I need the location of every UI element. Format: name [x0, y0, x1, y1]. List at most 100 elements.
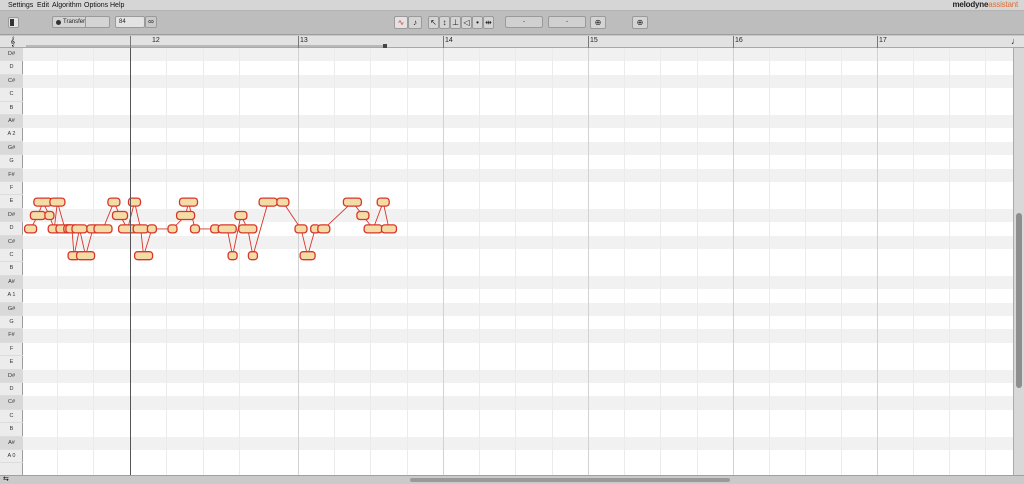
bar-label: 12	[152, 37, 160, 44]
key-label: D#	[0, 208, 23, 223]
menu-algorithm[interactable]: Algorithm	[52, 1, 82, 10]
link-button[interactable]: ∞	[145, 16, 157, 28]
note-blob[interactable]	[49, 197, 66, 207]
note-blob[interactable]	[380, 224, 398, 234]
vertical-scrollbar[interactable]	[1013, 48, 1024, 475]
pitch-tool-button[interactable]: ∿	[394, 16, 408, 29]
note-blob[interactable]	[227, 251, 238, 261]
note-blob[interactable]	[299, 251, 316, 261]
bar-label: 14	[445, 37, 453, 44]
note-blob[interactable]	[93, 224, 113, 234]
note-blob[interactable]	[189, 224, 201, 234]
bar-label: 15	[590, 37, 598, 44]
note-blob[interactable]	[133, 251, 154, 261]
key-label: D	[0, 61, 23, 75]
transfer-label: Transfer	[63, 19, 86, 25]
bar-tick	[877, 36, 878, 48]
key-label: B	[0, 102, 23, 115]
horizontal-scroll-thumb[interactable]	[410, 478, 730, 482]
pitch-keyboard[interactable]: D# D C# C B A# A 2 G# G F# F E D# D C# C…	[0, 48, 23, 475]
menu-options[interactable]: Options	[84, 1, 108, 10]
key-label: C	[0, 410, 23, 424]
note-tool-button[interactable]: ♪	[408, 16, 422, 29]
pitch-macro-icon: ⊕	[636, 17, 644, 27]
key-label: G	[0, 316, 23, 330]
menu-bar: Settings Edit Algorithm Options Help mel…	[0, 0, 1024, 11]
note-blob[interactable]	[146, 224, 158, 234]
key-label: A#	[0, 436, 23, 450]
note-blob[interactable]	[107, 197, 121, 207]
separation-tool-button[interactable]: ⇹	[483, 16, 494, 29]
macro-field-a[interactable]: -	[505, 16, 543, 28]
note-blob[interactable]	[363, 224, 383, 234]
key-label: C	[0, 249, 23, 263]
link-icon: ∞	[148, 17, 154, 26]
note-blob[interactable]	[33, 197, 53, 207]
note-blob[interactable]	[258, 197, 278, 207]
pointer-icon: ↖	[430, 17, 437, 27]
pitch-tool-icon: ∿	[397, 17, 405, 27]
note-blob[interactable]	[276, 197, 290, 207]
note-blob[interactable]	[23, 224, 38, 234]
formant-tool-button[interactable]: ⊥	[450, 16, 461, 29]
melodyne-logo: melodyneassistant	[952, 0, 1018, 10]
note-blob[interactable]	[356, 210, 370, 221]
divider	[85, 17, 86, 27]
note-blob[interactable]	[175, 210, 196, 221]
note-blob[interactable]	[342, 197, 363, 207]
vertical-scroll-thumb[interactable]	[1016, 213, 1022, 388]
quantize-macro-button[interactable]: ⊕	[590, 16, 606, 29]
time-icon: •	[476, 17, 479, 27]
pitch-drift-icon: ↕	[442, 17, 447, 27]
menu-settings[interactable]: Settings	[8, 1, 33, 10]
sidebar-toggle-button[interactable]	[8, 17, 19, 28]
playback-range[interactable]	[26, 45, 385, 47]
key-label: F#	[0, 329, 23, 343]
note-blob[interactable]	[75, 251, 96, 261]
note-blob[interactable]	[178, 197, 199, 207]
key-label: C#	[0, 396, 23, 410]
macro-field-b[interactable]: -	[548, 16, 586, 28]
note-tool-icon: ♪	[413, 17, 417, 27]
note-blob[interactable]	[132, 224, 149, 234]
note-blob[interactable]	[111, 210, 129, 221]
note-blob[interactable]	[376, 197, 390, 207]
note-blob[interactable]	[238, 224, 258, 234]
bar-tick	[298, 36, 299, 48]
horizontal-scrollbar[interactable]: ⇆	[0, 475, 1024, 484]
note-blob[interactable]	[29, 210, 47, 221]
note-blob[interactable]	[217, 224, 237, 234]
bar-tick	[443, 36, 444, 48]
pitch-drift-tool-button[interactable]: ↕	[439, 16, 450, 29]
amplitude-tool-button[interactable]: ◁	[461, 16, 472, 29]
note-editor[interactable]	[23, 48, 1013, 475]
pitch-macro-button[interactable]: ⊕	[632, 16, 648, 29]
zoom-icon[interactable]: ⇆	[3, 476, 9, 484]
note-blobs[interactable]	[23, 48, 1013, 475]
timeline-ruler[interactable]: 𝄞 12 13 14 15 16 17 ♩	[0, 36, 1024, 48]
bar-tick	[733, 36, 734, 48]
formant-icon: ⊥	[452, 17, 459, 27]
note-blob[interactable]	[234, 210, 248, 221]
note-blob[interactable]	[71, 224, 88, 234]
key-label: F	[0, 343, 23, 357]
transfer-button[interactable]: Transfer	[52, 16, 110, 28]
pointer-tool-button[interactable]: ↖	[428, 16, 439, 29]
time-tool-button[interactable]: •	[472, 16, 483, 29]
note-blob[interactable]	[44, 210, 55, 221]
key-label: A 0	[0, 450, 23, 464]
menu-help[interactable]: Help	[110, 1, 124, 10]
key-label: C#	[0, 74, 23, 89]
playhead[interactable]	[130, 48, 131, 475]
note-blob[interactable]	[247, 251, 259, 261]
tempo-field[interactable]: 84	[115, 16, 145, 28]
note-blob[interactable]	[317, 224, 331, 234]
macro-field-a-value: -	[523, 19, 525, 25]
tempo-value: 84	[119, 19, 126, 25]
record-dot-icon	[56, 19, 61, 25]
separation-icon: ⇹	[485, 17, 492, 27]
note-blob[interactable]	[167, 224, 178, 234]
bar-label: 17	[879, 37, 887, 44]
note-blob[interactable]	[294, 224, 308, 234]
menu-edit[interactable]: Edit	[37, 1, 49, 10]
